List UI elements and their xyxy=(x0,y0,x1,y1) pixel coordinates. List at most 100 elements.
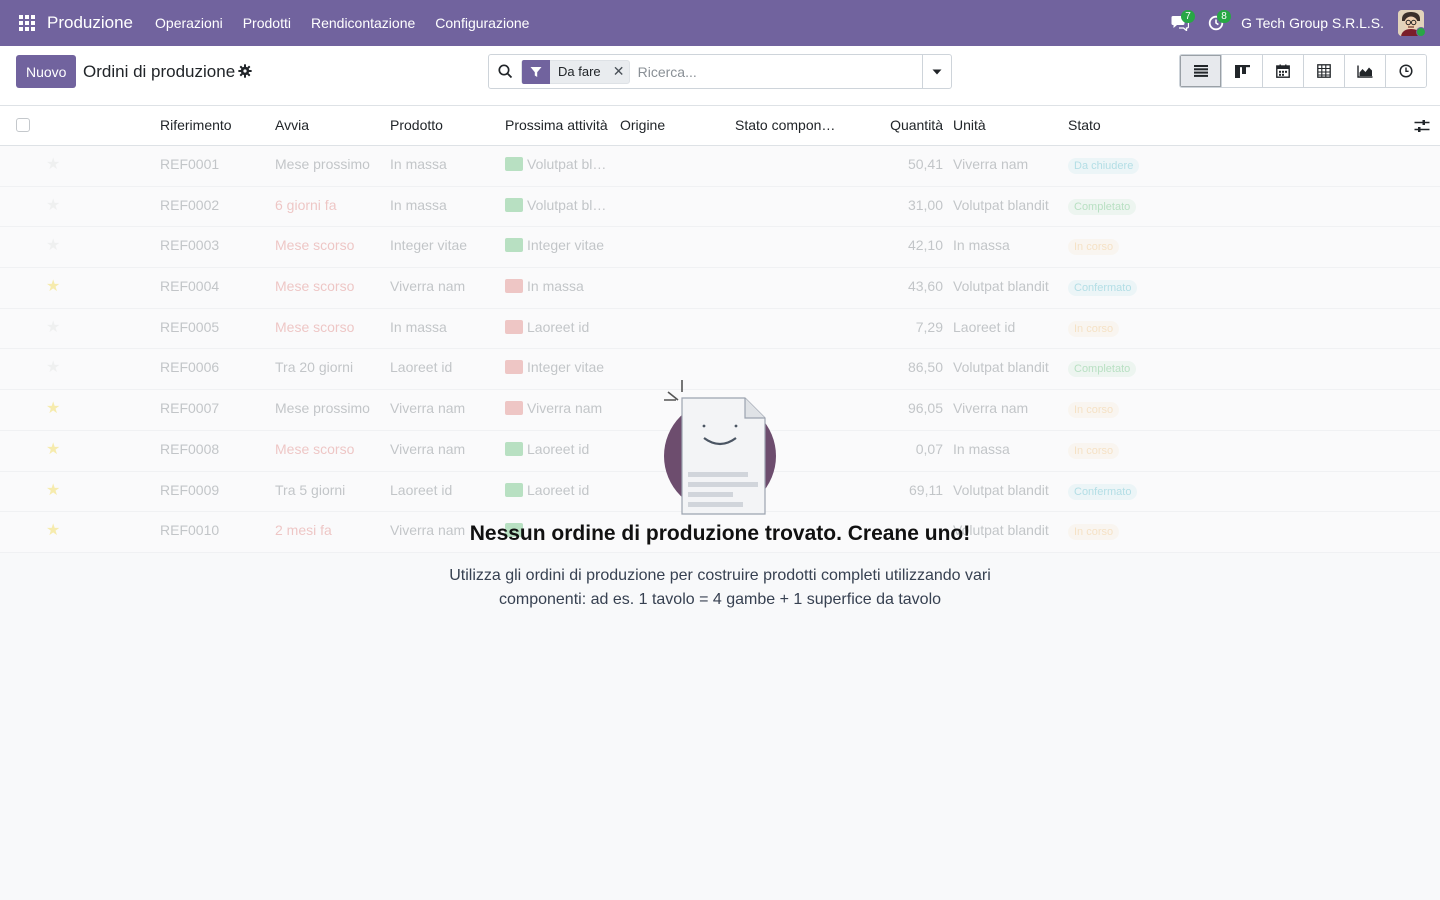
cell-next-activity[interactable]: Laoreet id xyxy=(505,472,615,512)
cell-start: Mese prossimo xyxy=(275,400,370,417)
menu-configurazione[interactable]: Configurazione xyxy=(425,15,539,31)
cell-start: Mese scorso xyxy=(275,278,355,295)
priority-star-icon[interactable]: ★ xyxy=(46,360,60,376)
company-switcher[interactable]: G Tech Group S.R.L.S. xyxy=(1241,15,1384,31)
menu-rendicontazione[interactable]: Rendicontazione xyxy=(301,15,425,31)
search-input[interactable] xyxy=(637,56,922,87)
kanban-view-button[interactable] xyxy=(1221,55,1262,87)
status-badge: Confermato xyxy=(1068,483,1138,500)
online-status-dot xyxy=(1416,27,1426,37)
status-badge: In corso xyxy=(1068,320,1120,337)
cell-quantity: 50,41 xyxy=(907,156,943,172)
cell-next-activity[interactable]: In massa xyxy=(505,268,615,308)
table-row[interactable]: ★ REF0002 6 giorni fa In massa Volutpat bl… 3… xyxy=(0,186,1440,228)
cell-start: Mese scorso xyxy=(275,440,355,457)
calendar-view-button[interactable] xyxy=(1262,55,1303,87)
menu-operazioni[interactable]: Operazioni xyxy=(145,15,233,31)
menu-prodotti[interactable]: Prodotti xyxy=(233,15,301,31)
activity-summary: Viverra nam xyxy=(527,400,603,417)
select-all-checkbox[interactable] xyxy=(16,118,30,132)
pivot-icon xyxy=(1317,64,1331,78)
table-row[interactable]: ★ REF0003 Mese scorso Integer vitae Integer … xyxy=(0,227,1440,269)
messages-button[interactable]: 7 xyxy=(1165,0,1196,46)
status-badge: Completato xyxy=(1068,361,1137,378)
cell-quantity: 96,05 xyxy=(907,400,943,417)
cell-next-activity[interactable]: Integer vitae xyxy=(505,349,615,389)
priority-star-icon[interactable]: ★ xyxy=(46,441,60,458)
priority-star-icon[interactable]: ★ xyxy=(46,401,60,417)
activity-type-icon xyxy=(505,319,523,334)
activity-summary: Integer vitae xyxy=(527,359,605,376)
graph-view-button[interactable] xyxy=(1344,55,1385,87)
priority-star-icon[interactable]: ★ xyxy=(46,482,60,499)
search-options-toggle[interactable] xyxy=(922,55,951,88)
new-button[interactable]: Nuovo xyxy=(16,55,77,88)
area-chart-icon xyxy=(1357,65,1373,78)
priority-star-icon[interactable]: ★ xyxy=(46,238,60,254)
table-row[interactable]: ★ REF0004 Mese scorso Viverra nam In massa 43… xyxy=(0,268,1440,309)
priority-star-icon[interactable]: ★ xyxy=(46,157,60,173)
cell-next-activity[interactable]: Volutpat bl… xyxy=(505,146,615,186)
table-row[interactable]: ★ REF0001 Mese prossimo In massa Volutpat bl… xyxy=(0,146,1440,187)
cell-unit: Viverra nam xyxy=(953,156,1029,172)
cell-quantity: 31,00 xyxy=(907,196,943,213)
cell-next-activity[interactable]: Volutpat bl… xyxy=(505,187,615,227)
cell-state: Confermato xyxy=(1068,268,1208,308)
header-state[interactable]: Stato xyxy=(1068,106,1178,146)
activity-view-button[interactable] xyxy=(1385,55,1426,87)
status-badge: Completato xyxy=(1068,198,1137,215)
cell-reference: REF0001 xyxy=(160,156,220,172)
empty-state-text: Utilizza gli ordini di produzione per co… xyxy=(449,567,991,608)
activities-button[interactable]: 8 xyxy=(1201,0,1232,46)
header-component-status[interactable]: Stato compon… xyxy=(735,106,845,146)
cell-product: Viverra nam xyxy=(390,400,466,417)
cell-unit: Volutpat blandit xyxy=(953,196,1049,213)
table-row[interactable]: ★ REF0005 Mese scorso In massa Laoreet id 7,2… xyxy=(0,308,1440,350)
cell-quantity: 69,11 xyxy=(909,481,943,498)
cell-state: In corso xyxy=(1068,227,1208,267)
pivot-view-button[interactable] xyxy=(1303,55,1344,87)
empty-state-title: Nessun ordine di produzione trovato. Cre… xyxy=(469,522,971,545)
activity-type-icon xyxy=(505,401,523,416)
optional-columns-icon[interactable] xyxy=(1414,119,1430,133)
priority-star-icon[interactable]: ★ xyxy=(46,279,60,295)
apps-menu-icon[interactable] xyxy=(12,0,42,46)
search-icon[interactable] xyxy=(489,64,521,79)
header-unit[interactable]: Unità xyxy=(953,106,1063,146)
cell-next-activity[interactable]: Integer vitae xyxy=(505,227,615,267)
activity-summary: Integer vitae xyxy=(527,237,605,254)
cell-unit: Volutpat blandit xyxy=(953,278,1049,295)
facet-remove-icon[interactable]: ✕ xyxy=(609,63,629,80)
cell-next-activity[interactable]: Laoreet id xyxy=(505,431,615,471)
header-origin[interactable]: Origine xyxy=(620,106,730,146)
header-start[interactable]: Avvia xyxy=(275,106,385,146)
search-bar: Da fare ✕ xyxy=(488,54,952,89)
cell-reference: REF0002 xyxy=(160,196,220,213)
activity-summary: Laoreet id xyxy=(527,318,590,335)
cell-quantity: 0,07 xyxy=(915,440,943,457)
cell-state: Confermato xyxy=(1068,472,1208,512)
header-quantity[interactable]: Quantità xyxy=(850,106,943,146)
header-next-activity[interactable]: Prossima attività xyxy=(505,106,617,146)
list-view-button[interactable] xyxy=(1180,55,1221,87)
header-reference[interactable]: Riferimento xyxy=(160,106,270,146)
cell-start: Tra 20 giorni xyxy=(275,359,354,376)
cell-product: Viverra nam xyxy=(390,440,466,457)
priority-star-icon[interactable]: ★ xyxy=(46,197,60,214)
app-name[interactable]: Produzione xyxy=(47,13,133,33)
activity-type-icon xyxy=(505,441,523,456)
status-badge: Confermato xyxy=(1068,280,1138,297)
header-product[interactable]: Prodotto xyxy=(390,106,500,146)
status-badge: In corso xyxy=(1068,442,1120,459)
clock-icon xyxy=(1399,64,1413,78)
filter-icon xyxy=(522,59,550,84)
gear-icon[interactable] xyxy=(238,64,252,78)
cell-next-activity[interactable]: Viverra nam xyxy=(505,390,615,430)
cell-quantity: 43,60 xyxy=(907,278,943,295)
cell-next-activity[interactable]: Laoreet id xyxy=(505,309,615,349)
control-panel: Nuovo Ordini di produzione Da fare ✕ xyxy=(0,46,1440,106)
cell-state: In corso xyxy=(1068,431,1208,471)
activity-summary: Volutpat bl… xyxy=(527,196,607,213)
priority-star-icon[interactable]: ★ xyxy=(46,319,60,336)
cell-product: Viverra nam xyxy=(390,278,466,295)
